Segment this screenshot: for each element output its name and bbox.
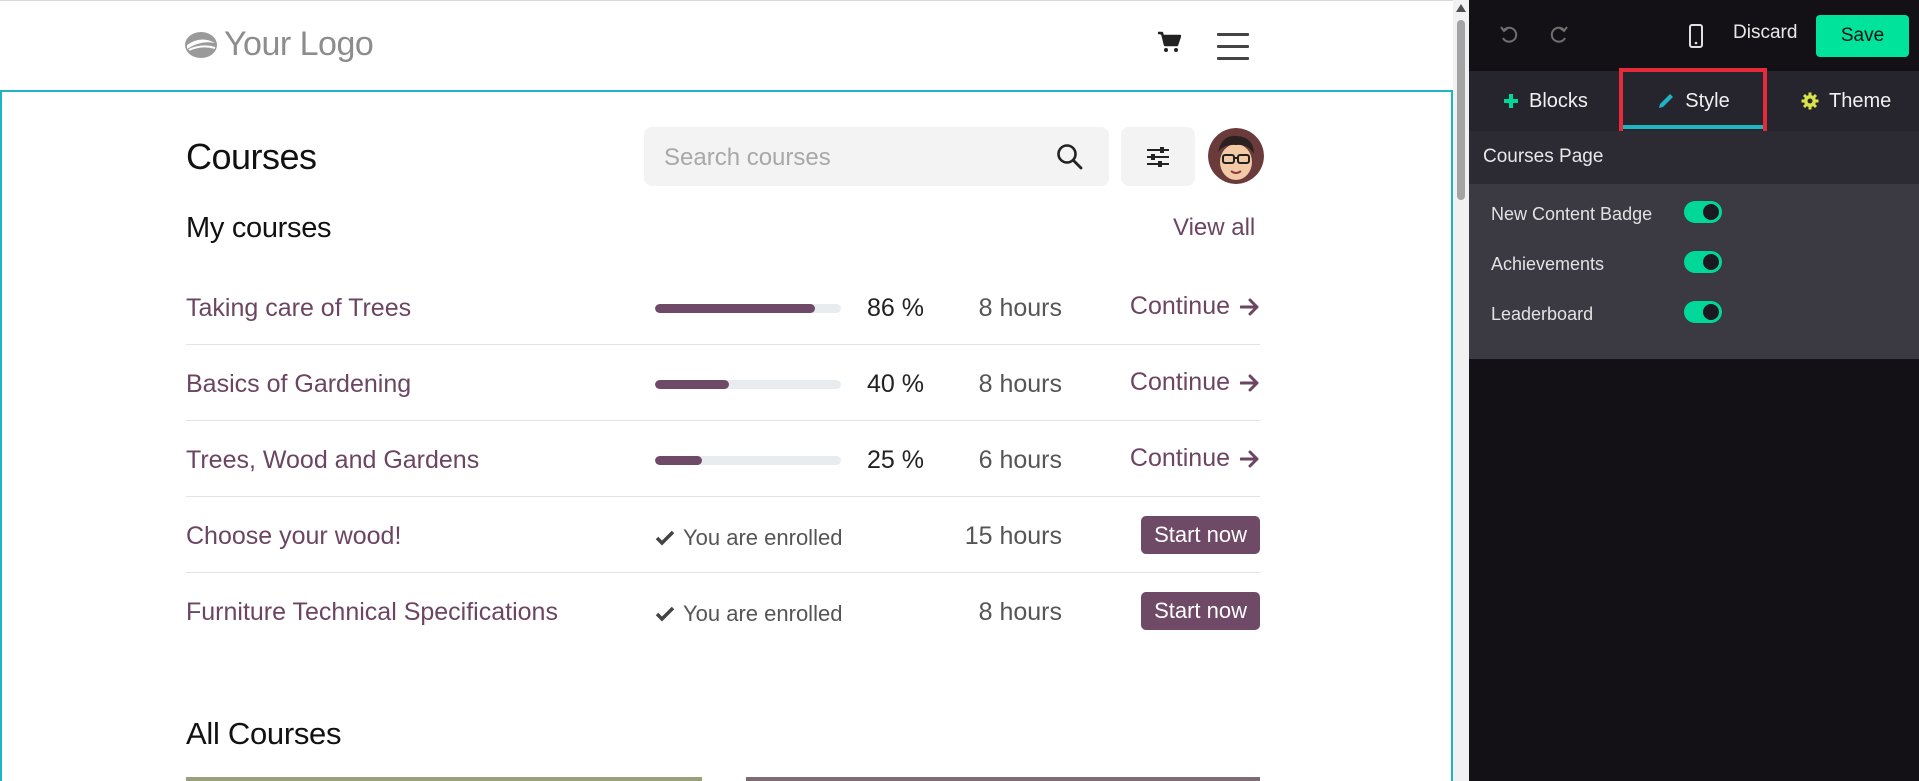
site-header: Your Logo (0, 0, 1453, 90)
continue-link[interactable]: Continue (1130, 292, 1260, 321)
discard-button[interactable]: Discard (1733, 22, 1797, 44)
course-row: Furniture Technical Specifications You a… (186, 572, 1260, 648)
course-row: Choose your wood! You are enrolled 15 ho… (186, 496, 1260, 573)
option-label: New Content Badge (1491, 204, 1653, 224)
redo-icon[interactable] (1549, 25, 1569, 45)
new-content-badge-toggle[interactable] (1684, 201, 1722, 223)
course-row: Basics of Gardening 40 % 8 hours Continu… (186, 344, 1260, 421)
undo-icon[interactable] (1499, 25, 1519, 45)
logo-mark-icon (185, 31, 217, 58)
enrolled-status: You are enrolled (655, 525, 842, 551)
my-courses-heading: My courses (186, 212, 332, 244)
leaderboard-toggle[interactable] (1684, 301, 1722, 323)
enrolled-status: You are enrolled (655, 601, 842, 627)
option-achievements: Achievements (1491, 249, 1911, 279)
scroll-up-arrow-icon[interactable] (1456, 4, 1466, 12)
course-link[interactable]: Furniture Technical Specifications (186, 598, 558, 627)
course-link[interactable]: Choose your wood! (186, 522, 401, 551)
section-title: Courses Page (1483, 146, 1604, 167)
course-row: Trees, Wood and Gardens 25 % 6 hours Con… (186, 420, 1260, 497)
website-preview: Your Logo Courses Search courses My cour… (0, 0, 1469, 781)
option-new-content-badge: New Content Badge (1491, 199, 1911, 229)
save-button[interactable]: Save (1816, 15, 1909, 57)
plus-icon (1504, 94, 1518, 108)
continue-link[interactable]: Continue (1130, 368, 1260, 397)
course-link[interactable]: Basics of Gardening (186, 370, 411, 399)
scrollbar[interactable] (1453, 0, 1469, 781)
progress-percent: 40 % (867, 370, 924, 398)
avatar[interactable] (1208, 128, 1264, 184)
style-tab-highlight (1619, 68, 1767, 136)
start-now-button[interactable]: Start now (1141, 516, 1260, 554)
scrollbar-thumb[interactable] (1457, 20, 1465, 200)
check-icon (655, 606, 675, 622)
arrow-right-icon (1240, 450, 1259, 467)
logo-text: Your Logo (224, 25, 374, 63)
continue-link[interactable]: Continue (1130, 444, 1260, 473)
start-now-button[interactable]: Start now (1141, 592, 1260, 630)
course-duration: 8 hours (978, 598, 1062, 626)
page-title: Courses (186, 136, 317, 177)
gear-icon (1801, 92, 1819, 110)
course-row: Taking care of Trees 86 % 8 hours Contin… (186, 268, 1260, 345)
course-link[interactable]: Trees, Wood and Gardens (186, 446, 479, 475)
cart-icon[interactable] (1157, 31, 1182, 57)
search-box (644, 127, 1109, 188)
progress-bar (655, 456, 841, 465)
search-input[interactable] (662, 127, 1046, 188)
sliders-icon (1147, 146, 1169, 167)
progress-bar (655, 304, 841, 313)
progress-percent: 86 % (867, 294, 924, 322)
editor-panel: Discard Save Blocks Style Theme Courses … (1469, 0, 1919, 781)
course-duration: 15 hours (964, 522, 1062, 550)
progress-percent: 25 % (867, 446, 924, 474)
editor-toolbar: Discard Save (1469, 0, 1919, 71)
arrow-right-icon (1240, 374, 1259, 391)
filter-button[interactable] (1121, 127, 1195, 186)
logo[interactable]: Your Logo (184, 25, 374, 64)
check-icon (655, 530, 675, 546)
mobile-preview-icon[interactable] (1688, 24, 1704, 48)
tab-blocks[interactable]: Blocks (1503, 71, 1623, 131)
progress-bar (655, 380, 841, 389)
course-duration: 8 hours (978, 294, 1062, 322)
course-link[interactable]: Taking care of Trees (186, 294, 411, 323)
arrow-right-icon (1240, 298, 1259, 315)
search-icon[interactable] (1056, 143, 1084, 171)
section-header: Courses Page (1469, 131, 1919, 184)
view-all-link[interactable]: View all (1173, 214, 1255, 242)
course-card-image[interactable] (186, 777, 702, 781)
option-label: Leaderboard (1491, 304, 1594, 324)
achievements-toggle[interactable] (1684, 251, 1722, 273)
all-courses-heading: All Courses (186, 716, 342, 751)
option-label: Achievements (1491, 254, 1605, 274)
option-leaderboard: Leaderboard (1491, 299, 1911, 329)
course-duration: 6 hours (978, 446, 1062, 474)
course-card-image[interactable] (746, 777, 1260, 781)
menu-toggle-icon[interactable] (1217, 33, 1249, 69)
options-panel: New Content Badge Achievements Leaderboa… (1469, 184, 1919, 359)
course-duration: 8 hours (978, 370, 1062, 398)
tab-theme[interactable]: Theme (1801, 71, 1891, 131)
